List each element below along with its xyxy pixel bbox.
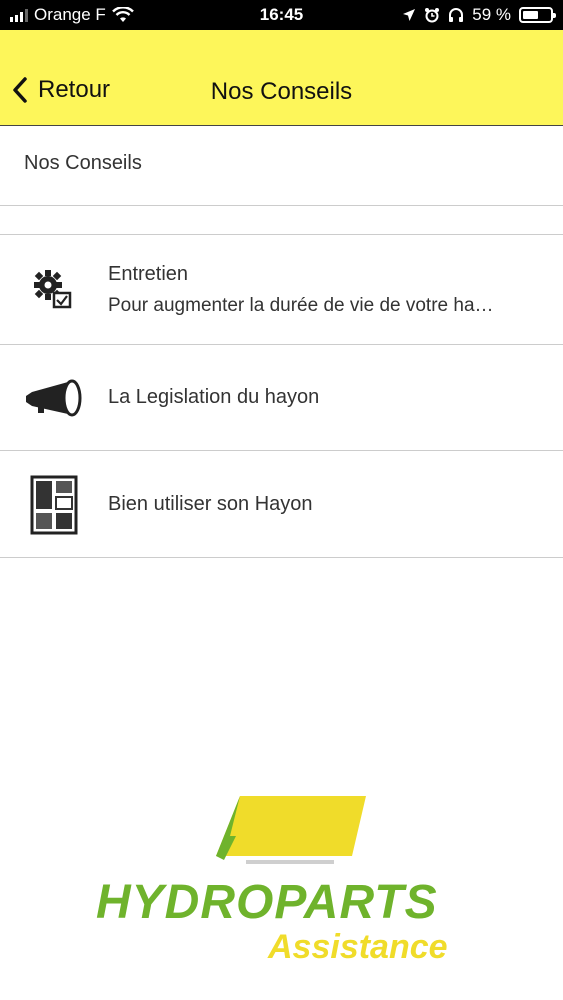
section-header-label: Nos Conseils [24,152,142,174]
hydroparts-logo: HYDROPARTS Assistance [90,790,490,970]
section-header: Nos Conseils [0,126,563,206]
list-item-title: Bien utiliser son Hayon [108,493,313,515]
logo-graphic: HYDROPARTS Assistance [96,796,448,966]
battery-percent: 59 % [472,5,511,24]
layout-grid-icon [24,475,84,535]
status-bar: Orange F 16:45 59 % [0,0,563,30]
page-title-text: Nos Conseils [210,78,353,105]
logo-tagline: Assistance [267,928,448,966]
headphones-icon [449,8,464,22]
list-item-title: La Legislation du hayon [108,386,320,408]
list-item-subtitle: Pour augmenter la durée de vie de votre … [108,295,494,316]
logo-brand: HYDROPARTS [96,876,438,929]
list-item-title: Entretien [108,263,189,285]
advice-list: Entretien Pour augmenter la durée de vie… [0,234,563,558]
megaphone-icon [24,373,84,423]
alarm-icon [425,8,440,23]
status-right: 59 % [402,0,556,30]
page-title: Nos Conseils [0,78,563,106]
list-item-legislation[interactable]: La Legislation du hayon [0,345,563,451]
navigation-bar: Retour Nos Conseils [0,30,563,126]
battery-fill [523,11,539,19]
list-item-entretien[interactable]: Entretien Pour augmenter la durée de vie… [0,235,563,345]
battery-icon [519,7,556,23]
list-item-bien-utiliser[interactable]: Bien utiliser son Hayon [0,451,563,558]
gear-check-icon [24,265,84,315]
location-icon [403,9,416,21]
